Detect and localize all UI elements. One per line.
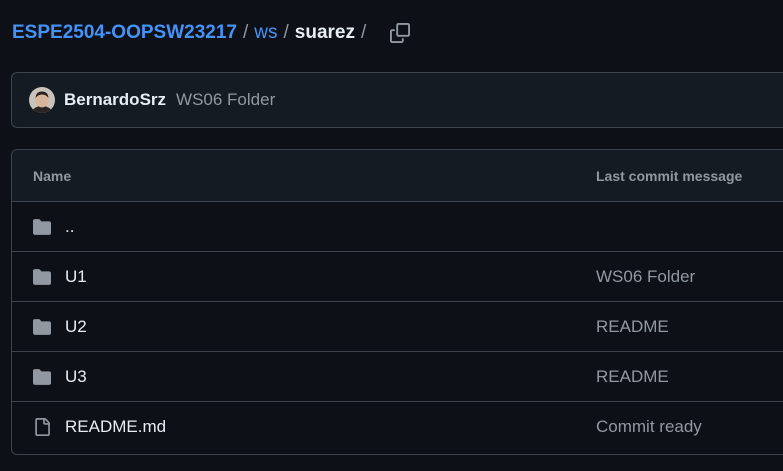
breadcrumb-current-folder: suarez <box>294 22 355 43</box>
table-row[interactable]: .. <box>12 202 783 252</box>
folder-icon <box>33 269 51 285</box>
folder-icon <box>33 369 51 385</box>
file-name-link[interactable]: U2 <box>65 317 87 337</box>
commit-message[interactable]: WS06 Folder <box>176 90 275 110</box>
table-row[interactable]: README.md Commit ready <box>12 402 783 452</box>
folder-icon <box>33 319 51 335</box>
file-table-header: Name Last commit message <box>12 150 783 202</box>
copy-icon <box>390 23 411 43</box>
breadcrumb-repo-link[interactable]: ESPE2504-OOPSW23217 <box>12 22 237 44</box>
latest-commit-bar: BernardoSrz WS06 Folder <box>11 72 783 128</box>
breadcrumb-separator: / <box>360 22 367 43</box>
folder-icon <box>33 219 51 235</box>
breadcrumb: ESPE2504-OOPSW23217 / ws / suarez / <box>12 18 412 48</box>
row-commit-message[interactable]: README <box>596 367 669 387</box>
file-name-link[interactable]: .. <box>65 217 74 237</box>
file-name-link[interactable]: U3 <box>65 367 87 387</box>
avatar[interactable] <box>29 87 55 113</box>
file-icon <box>35 418 50 436</box>
column-header-last-commit: Last commit message <box>596 168 743 184</box>
table-row[interactable]: U2 README <box>12 302 783 352</box>
row-commit-message[interactable]: WS06 Folder <box>596 267 695 287</box>
table-row[interactable]: U3 README <box>12 352 783 402</box>
copy-path-button[interactable] <box>388 21 412 45</box>
table-row[interactable]: U1 WS06 Folder <box>12 252 783 302</box>
column-header-name: Name <box>33 168 72 184</box>
breadcrumb-ws-link[interactable]: ws <box>254 22 277 44</box>
commit-author[interactable]: BernardoSrz <box>64 90 166 110</box>
row-commit-message[interactable]: README <box>596 317 669 337</box>
file-name-link[interactable]: README.md <box>65 417 166 437</box>
file-table: Name Last commit message .. U1 WS06 Fold… <box>11 149 783 455</box>
breadcrumb-separator: / <box>283 22 289 43</box>
file-name-link[interactable]: U1 <box>65 267 87 287</box>
breadcrumb-separator: / <box>242 22 249 43</box>
row-commit-message[interactable]: Commit ready <box>596 417 702 437</box>
